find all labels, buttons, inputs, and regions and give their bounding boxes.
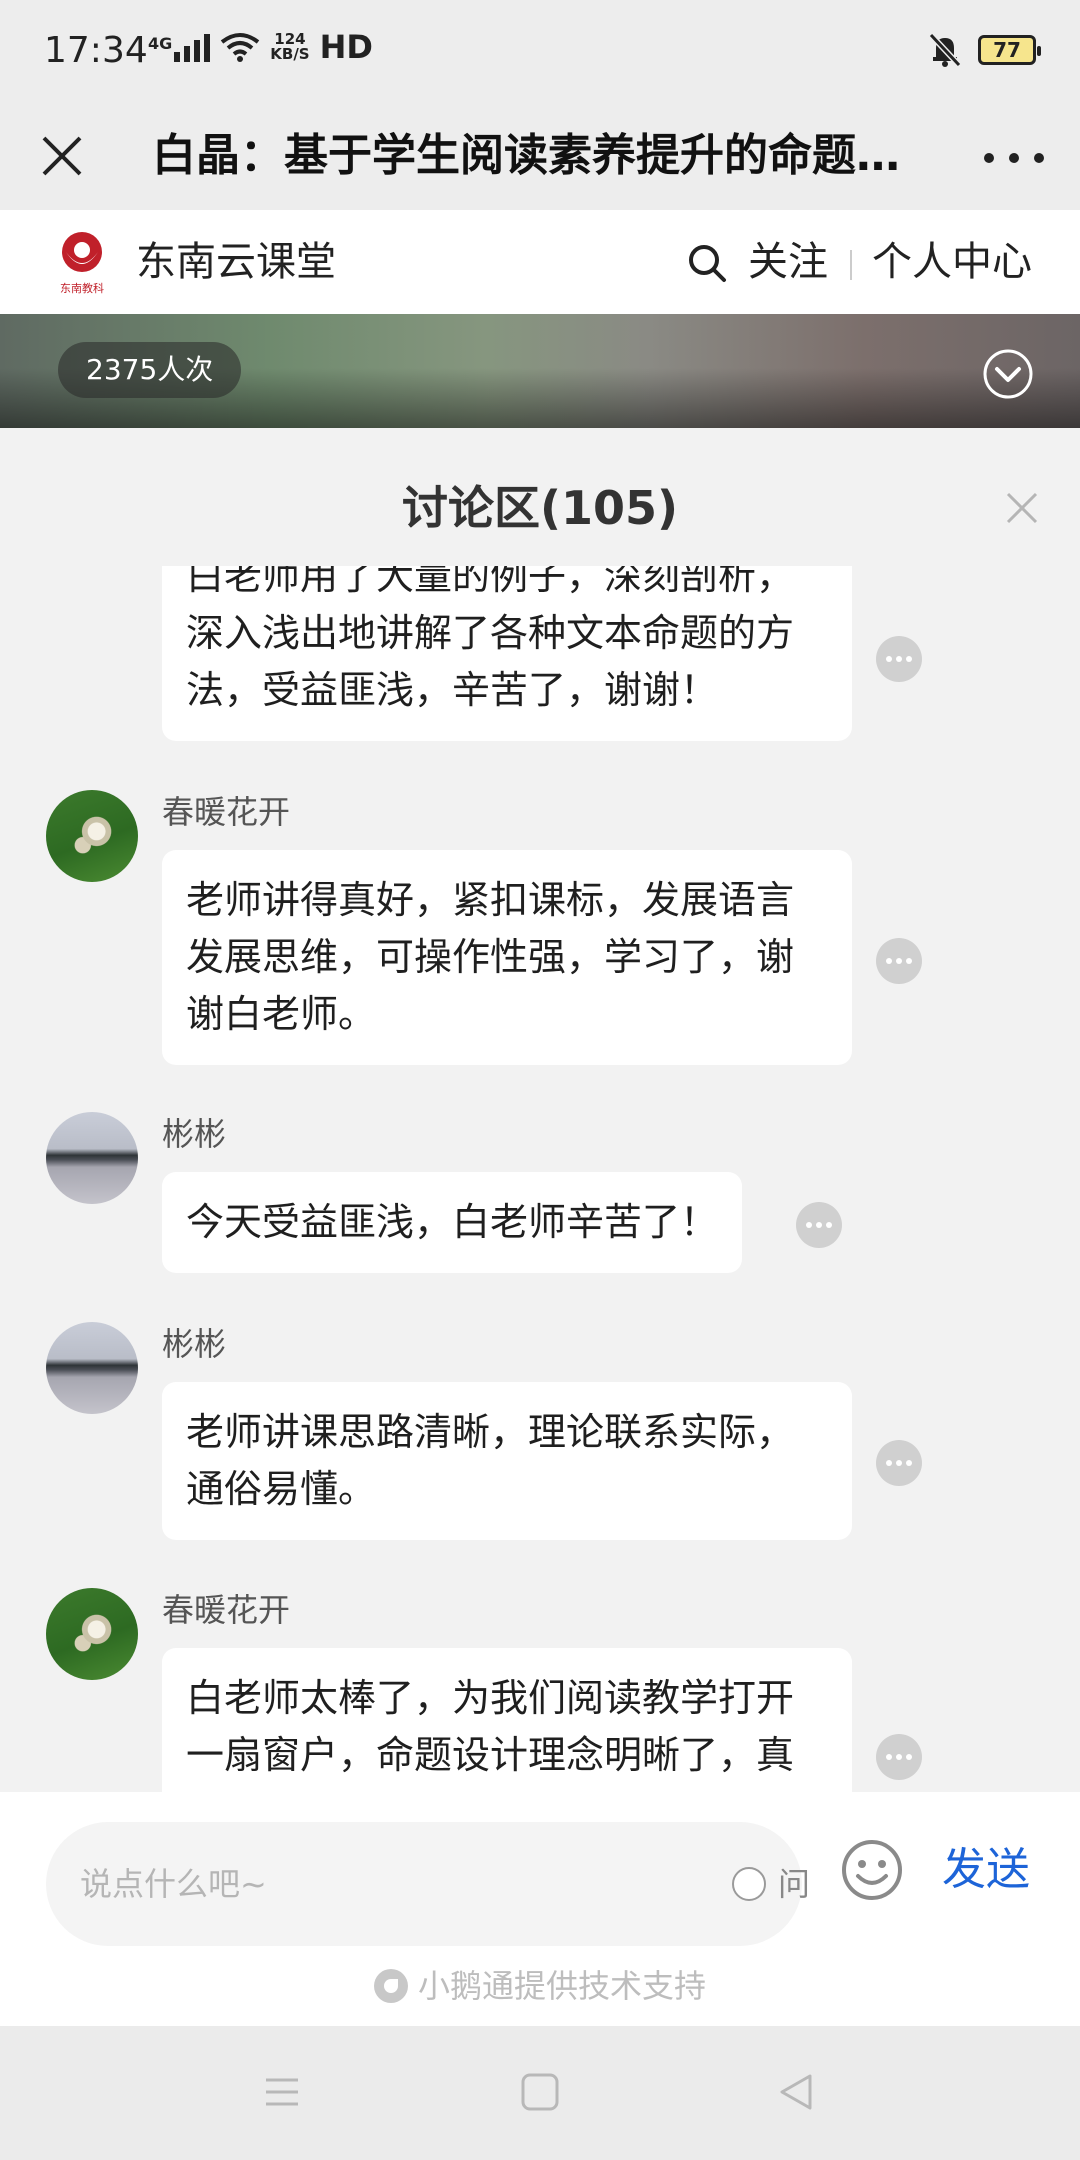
channel-header: 东南教科 东南云课堂 关注 个人中心	[0, 210, 1080, 314]
cellular-signal-icon: 4G	[148, 32, 211, 62]
personal-center-link[interactable]: 个人中心	[872, 234, 1032, 290]
title-bar: 白晶：基于学生阅读素养提升的命题…	[0, 106, 1080, 210]
username: 彬彬	[162, 1115, 227, 1153]
more-options-button[interactable]	[984, 128, 1044, 188]
home-icon[interactable]	[516, 2068, 564, 2116]
wifi-icon	[221, 33, 260, 62]
tech-support-text: 小鹅通提供技术支持	[417, 1967, 706, 2005]
system-nav-bar	[0, 2026, 1080, 2160]
username: 春暖花开	[162, 1591, 291, 1629]
comment-composer: 问 发送 小鹅通提供技术支持	[0, 1792, 1080, 2026]
back-icon[interactable]	[772, 2068, 820, 2116]
status-time: 17:34	[44, 30, 148, 71]
mute-bell-icon	[928, 32, 962, 68]
battery-icon: 77	[978, 35, 1041, 65]
network-type: 4G	[148, 34, 173, 53]
emoji-icon[interactable]	[840, 1838, 904, 1902]
svg-text:东南教科: 东南教科	[60, 281, 104, 295]
view-count-badge: 2375人次	[58, 342, 242, 398]
avatar[interactable]	[46, 790, 138, 882]
message-more-button[interactable]	[796, 1202, 842, 1248]
ask-radio[interactable]	[732, 1867, 766, 1901]
network-speed: 124 KB/S	[270, 30, 310, 63]
status-bar: 17:34 4G 124 KB/S HD 77	[0, 0, 1080, 106]
page-title: 白晶：基于学生阅读素养提升的命题…	[152, 130, 900, 181]
video-preview[interactable]: 2375人次	[0, 314, 1080, 428]
xiaoetong-icon	[373, 1969, 408, 2003]
username: 春暖花开	[162, 793, 291, 831]
tech-support-footer: 小鹅通提供技术支持	[0, 1964, 1080, 2008]
discussion-panel: 讨论区(105) 白老师用了大量的例子，深刻剖析，深入浅出地讲解了各种文本命题的…	[0, 428, 1080, 1792]
message-more-button[interactable]	[876, 1440, 922, 1486]
close-icon[interactable]	[32, 126, 92, 186]
message-bubble: 今天受益匪浅，白老师辛苦了！	[162, 1172, 743, 1273]
avatar[interactable]	[46, 1588, 138, 1680]
message-bubble: 白老师用了大量的例子，深刻剖析，深入浅出地讲解了各种文本命题的方法，受益匪浅，辛…	[162, 566, 852, 741]
search-icon[interactable]	[686, 242, 728, 284]
message-more-button[interactable]	[876, 1734, 922, 1780]
send-button[interactable]: 发送	[942, 1838, 1030, 1902]
comment-input-container[interactable]: 问	[46, 1822, 810, 1946]
username: 彬彬	[162, 1325, 227, 1363]
menu-icon[interactable]	[258, 2068, 306, 2116]
status-icons: 4G 124 KB/S HD	[148, 28, 373, 66]
ask-label: 问	[778, 1865, 811, 1903]
avatar[interactable]	[46, 1322, 138, 1414]
avatar[interactable]	[46, 1112, 138, 1204]
message-bubble: 老师讲课思路清晰，理论联系实际，通俗易懂。	[162, 1382, 852, 1540]
message-bubble: 老师讲得真好，紧扣课标，发展语言发展思维，可操作性强，学习了，谢谢白老师。	[162, 850, 852, 1065]
channel-logo[interactable]: 东南教科	[46, 228, 118, 298]
comment-list[interactable]: 白老师用了大量的例子，深刻剖析，深入浅出地讲解了各种文本命题的方法，受益匪浅，辛…	[0, 566, 1080, 1792]
comment-input[interactable]	[80, 1852, 640, 1916]
channel-name[interactable]: 东南云课堂	[136, 234, 336, 290]
message-more-button[interactable]	[876, 938, 922, 984]
chevron-down-icon[interactable]	[982, 348, 1034, 400]
follow-button[interactable]: 关注	[748, 234, 828, 290]
close-panel-icon[interactable]	[1000, 486, 1044, 530]
message-bubble: 白老师太棒了，为我们阅读教学打开一扇窗户，命题设计理念明晰了，真	[162, 1648, 852, 1792]
ask-question-toggle[interactable]: 问	[732, 1862, 810, 1906]
hd-indicator: HD	[319, 28, 373, 66]
divider	[850, 250, 852, 280]
message-more-button[interactable]	[876, 636, 922, 682]
discussion-title: 讨论区(105)	[401, 481, 679, 535]
